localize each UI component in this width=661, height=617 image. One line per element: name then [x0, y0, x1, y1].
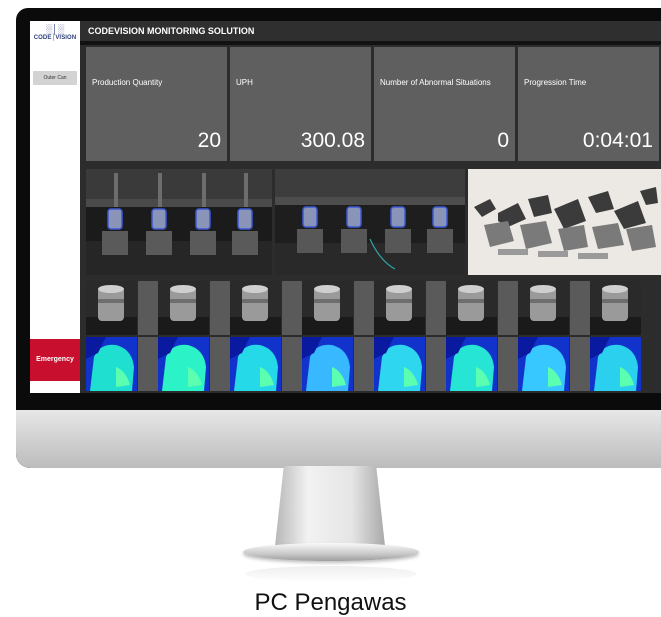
stat-value: 300.08: [300, 129, 365, 152]
rgb-tile[interactable]: [86, 281, 137, 335]
camera-feed-1[interactable]: [86, 169, 272, 275]
depth-tile-row: [86, 337, 661, 391]
stat-progression-time: Progression Time 0:04:01: [518, 47, 659, 161]
rgb-tile[interactable]: [230, 281, 281, 335]
monitor-frame: ░│░ CODE│VISION Outer Can Emergency CODE…: [16, 8, 661, 468]
tile-divider: [498, 281, 518, 335]
depth-tile[interactable]: [590, 337, 641, 391]
sidebar: ░│░ CODE│VISION Outer Can Emergency: [30, 21, 80, 393]
camera-image-2: [275, 169, 465, 275]
depth-tile[interactable]: [518, 337, 569, 391]
logo-text: CODE│VISION: [33, 35, 77, 41]
monitor-chin: [16, 410, 661, 468]
stat-label: Production Quantity: [92, 78, 163, 87]
caption: PC Pengawas: [254, 589, 407, 616]
tile-divider: [138, 337, 158, 391]
codevision-logo: ░│░ CODE│VISION: [33, 24, 77, 46]
logo-icon: ░│░: [45, 24, 65, 34]
depth-tile[interactable]: [446, 337, 497, 391]
tile-divider: [426, 281, 446, 335]
rgb-tile[interactable]: [302, 281, 353, 335]
camera-image-1: [86, 169, 272, 275]
stand-reflection: [245, 566, 417, 582]
depth-tile[interactable]: [302, 337, 353, 391]
depth-tile[interactable]: [230, 337, 281, 391]
parts-view-feed[interactable]: [468, 169, 661, 275]
camera-feed-2[interactable]: [275, 169, 465, 275]
parts-image: [468, 169, 661, 275]
rgb-tile[interactable]: [446, 281, 497, 335]
rgb-tile[interactable]: [518, 281, 569, 335]
rgb-tile[interactable]: [374, 281, 425, 335]
tile-divider: [570, 337, 590, 391]
tile-divider: [282, 281, 302, 335]
stat-label: UPH: [236, 78, 253, 87]
rgb-tile[interactable]: [590, 281, 641, 335]
stat-label: Number of Abnormal Situations: [380, 78, 491, 87]
tile-divider: [426, 337, 446, 391]
monitor-stand: [275, 466, 385, 546]
tile-divider: [354, 281, 374, 335]
stat-value: 0: [497, 129, 509, 152]
rgb-tile[interactable]: [158, 281, 209, 335]
depth-tile[interactable]: [374, 337, 425, 391]
depth-tile[interactable]: [86, 337, 137, 391]
tile-divider: [570, 281, 590, 335]
tile-divider: [354, 337, 374, 391]
monitor-stand-base: [243, 543, 419, 561]
stat-label: Progression Time: [524, 78, 587, 87]
rgb-tile-row: [86, 281, 661, 335]
stat-value: 0:04:01: [582, 129, 653, 152]
tile-divider: [498, 337, 518, 391]
depth-tile[interactable]: [158, 337, 209, 391]
dashboard-screen: ░│░ CODE│VISION Outer Can Emergency CODE…: [30, 21, 661, 393]
stat-uph: UPH 300.08: [230, 47, 371, 161]
stat-production-quantity: Production Quantity 20: [86, 47, 227, 161]
sidebar-item-outer-can[interactable]: Outer Can: [33, 71, 77, 85]
emergency-button[interactable]: Emergency: [30, 339, 80, 381]
app-title: CODEVISION MONITORING SOLUTION: [80, 21, 661, 41]
title-divider: [80, 41, 661, 45]
tile-divider: [138, 281, 158, 335]
stat-value: 20: [197, 129, 221, 152]
tile-divider: [210, 281, 230, 335]
tile-divider: [282, 337, 302, 391]
stat-abnormal-situations: Number of Abnormal Situations 0: [374, 47, 515, 161]
tile-divider: [210, 337, 230, 391]
